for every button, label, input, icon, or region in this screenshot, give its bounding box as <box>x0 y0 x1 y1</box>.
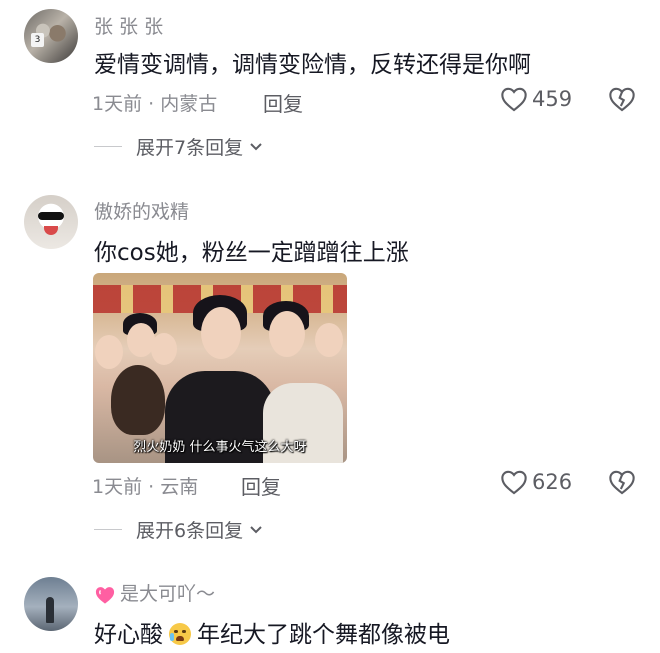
comment-text: 好心酸 年纪大了跳个舞都像被电 <box>94 615 450 649</box>
expand-replies-button[interactable]: 展开6条回复 <box>94 516 263 543</box>
divider-line <box>94 528 122 531</box>
comment-username: 是大可吖～ <box>120 583 216 605</box>
like-count: 626 <box>532 470 573 494</box>
chevron-down-icon <box>250 142 262 150</box>
image-subtitle: 烈火奶奶 什么事火气这么大呀 <box>133 440 307 455</box>
expand-replies-button[interactable]: 展开7条回复 <box>94 133 263 160</box>
avatar[interactable] <box>24 577 78 631</box>
broken-heart-icon <box>609 87 635 112</box>
comment-image[interactable]: 烈火奶奶 什么事火气这么大呀 <box>93 273 347 463</box>
dislike-button[interactable] <box>608 469 636 499</box>
expand-replies-label: 展开6条回复 <box>136 520 244 542</box>
expand-replies-label: 展开7条回复 <box>136 137 244 159</box>
avatar[interactable] <box>24 195 78 249</box>
comment-text: 你cos她，粉丝一定蹭蹭往上涨 <box>94 240 409 266</box>
figure-graphic <box>46 597 54 623</box>
comment-text-part1: 好心酸 <box>94 622 163 648</box>
reply-button[interactable]: 回复 <box>241 471 281 500</box>
divider-line <box>94 145 122 148</box>
sunglasses-graphic <box>38 212 64 220</box>
comment-username[interactable]: 傲娇的戏精 <box>94 197 189 224</box>
comment-username-row[interactable]: 是大可吖～ <box>94 579 215 606</box>
avatar[interactable]: 3 <box>24 9 78 63</box>
dislike-button[interactable] <box>608 86 636 116</box>
chevron-down-icon <box>250 525 262 533</box>
like-button[interactable]: 626 <box>500 469 572 495</box>
broken-heart-icon <box>609 470 635 495</box>
heart-outline-icon <box>501 470 527 495</box>
avatar-jersey-number: 3 <box>31 33 44 47</box>
comment-text: 爱情变调情，调情变险情，反转还得是你啊 <box>94 52 531 78</box>
heart-outline-icon <box>501 87 527 112</box>
comment-username[interactable]: 张 张 张 <box>94 12 163 39</box>
comment-time-location: 1天前 · 云南 <box>92 476 199 498</box>
like-count: 459 <box>532 87 573 111</box>
pink-heart-emoji-icon <box>95 586 115 604</box>
reply-button[interactable]: 回复 <box>263 88 303 117</box>
mouth-graphic <box>44 226 58 235</box>
comment-time-location: 1天前 · 内蒙古 <box>92 93 218 115</box>
comment-text-part2: 年纪大了跳个舞都像被电 <box>197 622 450 648</box>
crying-face-emoji-icon <box>169 623 191 645</box>
like-button[interactable]: 459 <box>500 86 572 112</box>
